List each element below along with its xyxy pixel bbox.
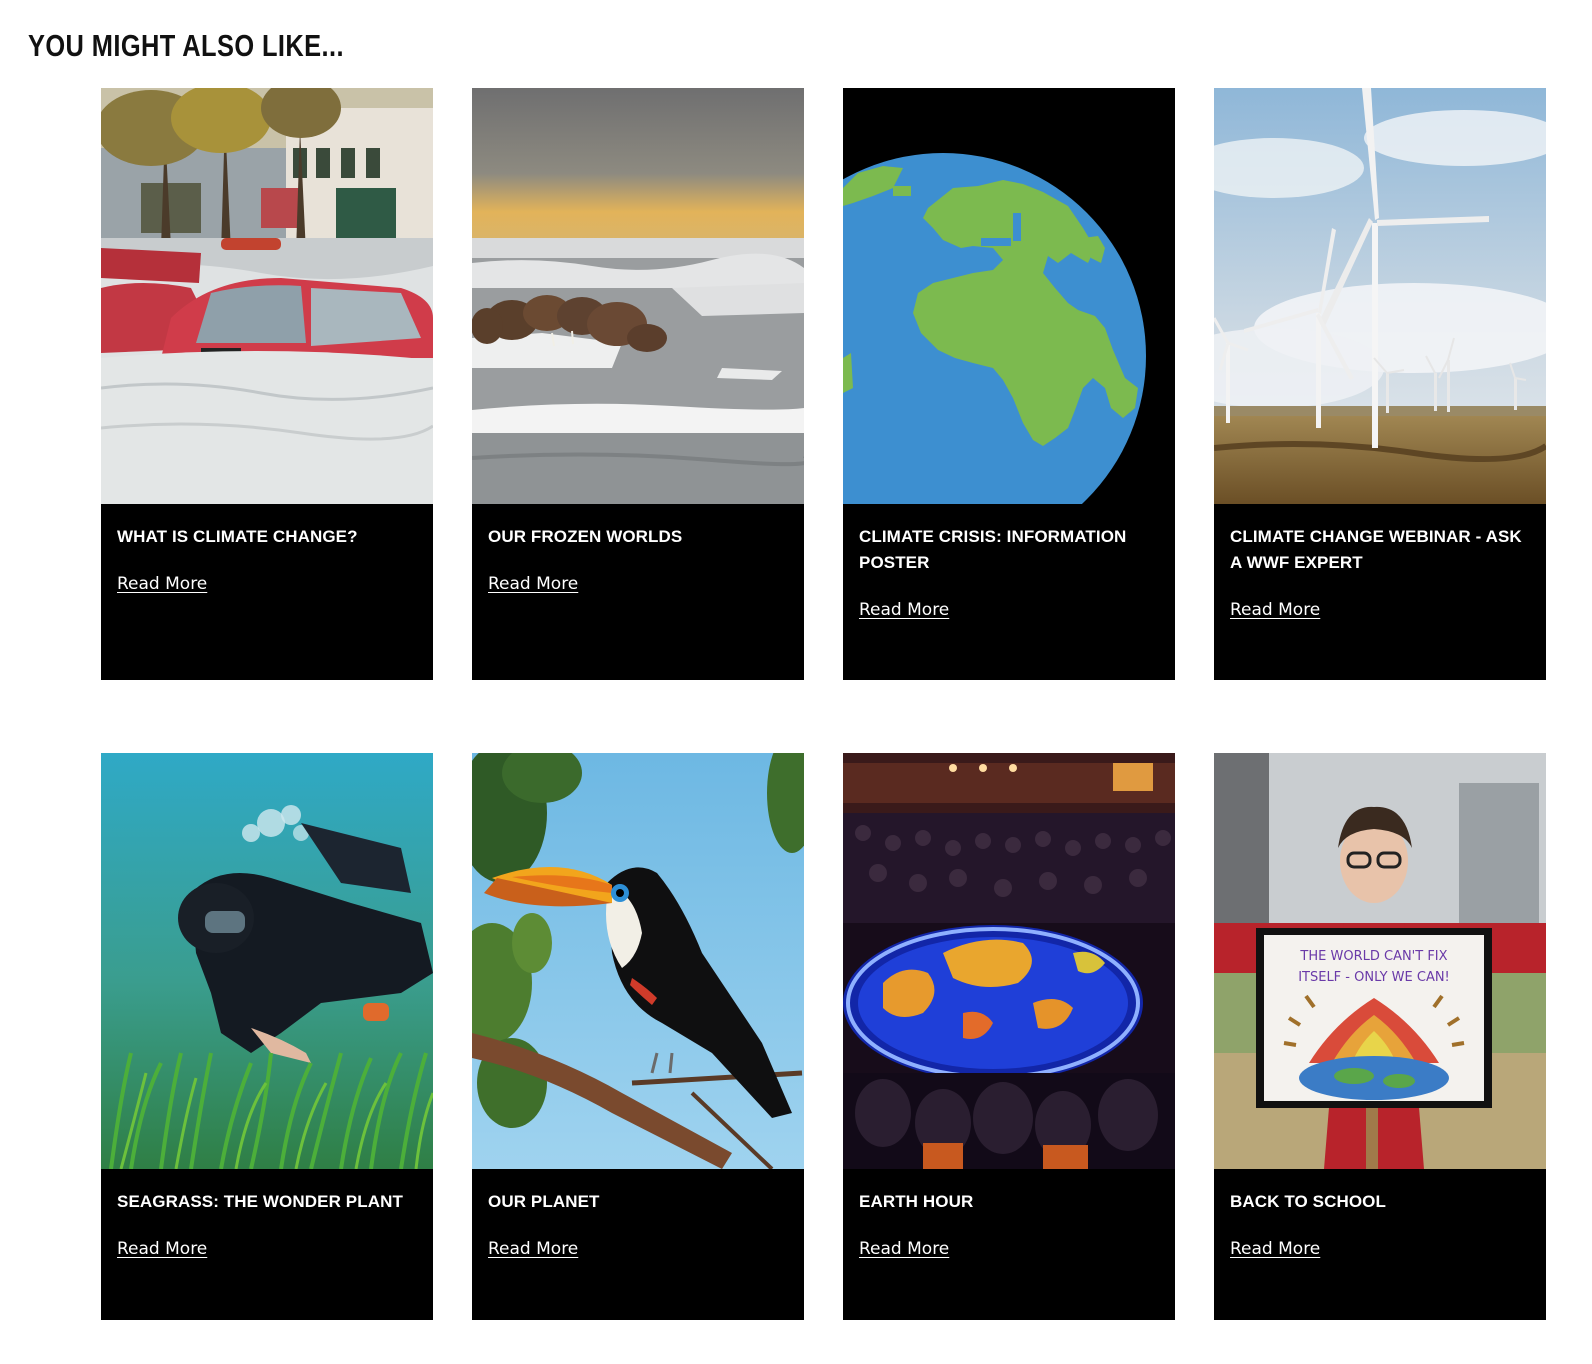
card-title: CLIMATE CRISIS: INFORMATION POSTER [859, 527, 1127, 572]
card-our-frozen-worlds[interactable]: OUR FROZEN WORLDS Read More [472, 88, 804, 680]
card-title: EARTH HOUR [859, 1192, 974, 1211]
card-body: EARTH HOUR Read More [843, 1169, 1175, 1259]
protest-sign-text-line2: ITSELF - ONLY WE CAN! [1298, 970, 1450, 985]
card-climate-change-webinar[interactable]: CLIMATE CHANGE WEBINAR - ASK A WWF EXPER… [1214, 88, 1546, 680]
card-body: OUR PLANET Read More [472, 1169, 804, 1259]
card-image-wind-turbines[interactable] [1214, 88, 1546, 504]
read-more-link[interactable]: Read More [117, 1239, 207, 1259]
card-body: CLIMATE CHANGE WEBINAR - ASK A WWF EXPER… [1214, 504, 1546, 620]
child-with-protest-sign-photo: THE WORLD CAN'T FIX ITSELF - ONLY WE CAN… [1214, 753, 1546, 1169]
related-content-grid: WHAT IS CLIMATE CHANGE? Read More OUR FR… [101, 88, 1562, 1320]
card-title: CLIMATE CHANGE WEBINAR - ASK A WWF EXPER… [1230, 527, 1522, 572]
card-image-diver-seagrass[interactable] [101, 753, 433, 1169]
card-image-child-protest-sign[interactable]: THE WORLD CAN'T FIX ITSELF - ONLY WE CAN… [1214, 753, 1546, 1169]
card-title: WHAT IS CLIMATE CHANGE? [117, 527, 358, 546]
card-body: WHAT IS CLIMATE CHANGE? Read More [101, 504, 433, 594]
candle-earth-crowd-photo [843, 753, 1175, 1169]
section-title: YOU MIGHT ALSO LIKE... [28, 28, 344, 63]
wind-turbines-photo [1214, 88, 1546, 504]
card-climate-crisis-poster[interactable]: CLIMATE CRISIS: INFORMATION POSTER Read … [843, 88, 1175, 680]
card-title: OUR FROZEN WORLDS [488, 527, 683, 546]
read-more-link[interactable]: Read More [488, 574, 578, 594]
read-more-link[interactable]: Read More [859, 600, 949, 620]
walruses-on-sea-ice-photo [472, 88, 804, 504]
card-earth-hour[interactable]: EARTH HOUR Read More [843, 753, 1175, 1320]
toucan-on-branch-photo [472, 753, 804, 1169]
card-back-to-school[interactable]: THE WORLD CAN'T FIX ITSELF - ONLY WE CAN… [1214, 753, 1546, 1320]
card-seagrass[interactable]: SEAGRASS: THE WONDER PLANT Read More [101, 753, 433, 1320]
protest-sign-text-line1: THE WORLD CAN'T FIX [1299, 949, 1447, 964]
card-image-walruses[interactable] [472, 88, 804, 504]
card-title: SEAGRASS: THE WONDER PLANT [117, 1192, 403, 1211]
card-image-candle-earth[interactable] [843, 753, 1175, 1169]
card-title: OUR PLANET [488, 1192, 600, 1211]
diver-over-seagrass-photo [101, 753, 433, 1169]
flooded-street-cars-photo [101, 88, 433, 504]
read-more-link[interactable]: Read More [1230, 600, 1320, 620]
card-body: CLIMATE CRISIS: INFORMATION POSTER Read … [843, 504, 1175, 620]
read-more-link[interactable]: Read More [117, 574, 207, 594]
card-title: BACK TO SCHOOL [1230, 1192, 1386, 1211]
card-image-earth-globe[interactable] [843, 88, 1175, 504]
earth-globe-illustration [843, 88, 1175, 504]
read-more-link[interactable]: Read More [859, 1239, 949, 1259]
card-our-planet[interactable]: OUR PLANET Read More [472, 753, 804, 1320]
card-body: BACK TO SCHOOL Read More [1214, 1169, 1546, 1259]
card-what-is-climate-change[interactable]: WHAT IS CLIMATE CHANGE? Read More [101, 88, 433, 680]
card-body: OUR FROZEN WORLDS Read More [472, 504, 804, 594]
card-body: SEAGRASS: THE WONDER PLANT Read More [101, 1169, 433, 1259]
card-image-flooded-street[interactable] [101, 88, 433, 504]
read-more-link[interactable]: Read More [488, 1239, 578, 1259]
read-more-link[interactable]: Read More [1230, 1239, 1320, 1259]
card-image-toucan[interactable] [472, 753, 804, 1169]
